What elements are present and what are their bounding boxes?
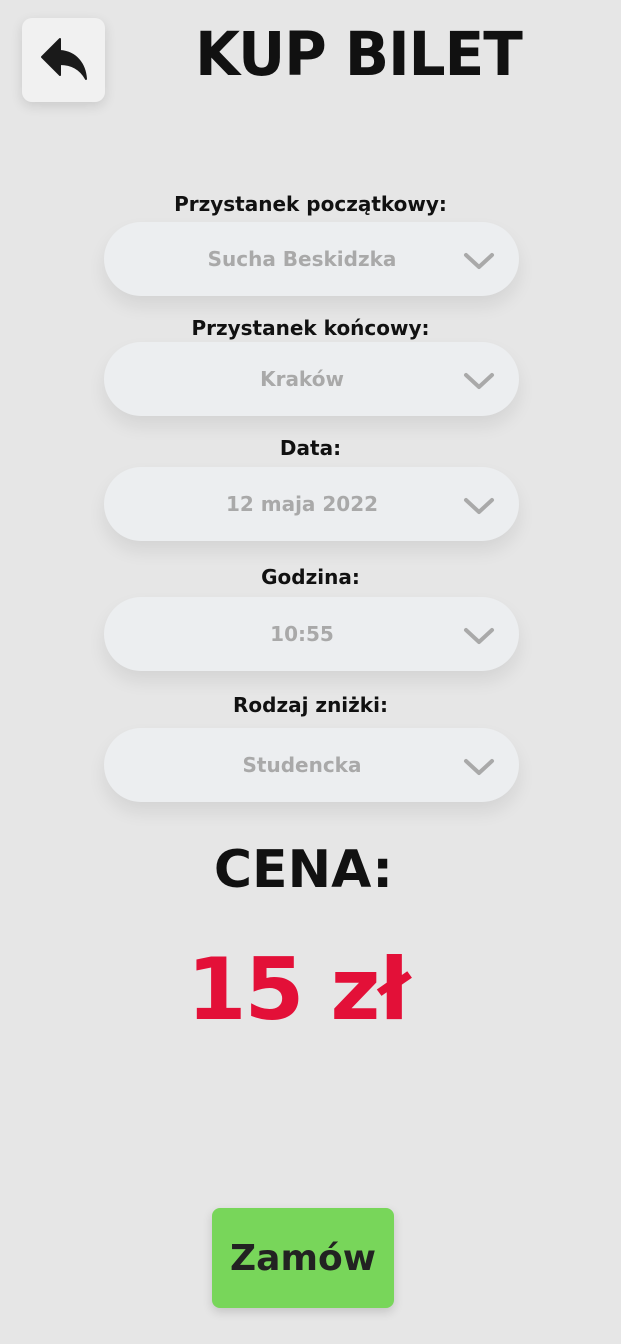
date-label: Data: [279, 436, 342, 460]
end-stop-value: Kraków [260, 367, 344, 391]
chevron-down-icon [464, 253, 494, 269]
price-label: CENA: [213, 840, 394, 900]
page-title: KUP BILET [195, 18, 523, 90]
time-label: Godzina: [261, 565, 360, 589]
start-stop-label: Przystanek początkowy: [174, 192, 447, 216]
date-select[interactable]: 12 maja 2022 [104, 467, 519, 541]
chevron-down-icon [464, 628, 494, 644]
time-value: 10:55 [270, 622, 334, 646]
order-button[interactable]: Zamów [212, 1208, 394, 1308]
chevron-down-icon [464, 498, 494, 514]
end-stop-label: Przystanek końcowy: [191, 316, 430, 340]
date-value: 12 maja 2022 [225, 492, 379, 516]
chevron-down-icon [464, 373, 494, 389]
time-select[interactable]: 10:55 [104, 597, 519, 671]
start-stop-select[interactable]: Sucha Beskidzka [104, 222, 519, 296]
start-stop-value: Sucha Beskidzka [207, 247, 397, 271]
discount-select[interactable]: Studencka [104, 728, 519, 802]
end-stop-select[interactable]: Kraków [104, 342, 519, 416]
discount-label: Rodzaj zniżki: [233, 693, 388, 717]
discount-value: Studencka [242, 753, 362, 777]
chevron-down-icon [464, 759, 494, 775]
price-value: 15 zł [186, 940, 411, 1040]
